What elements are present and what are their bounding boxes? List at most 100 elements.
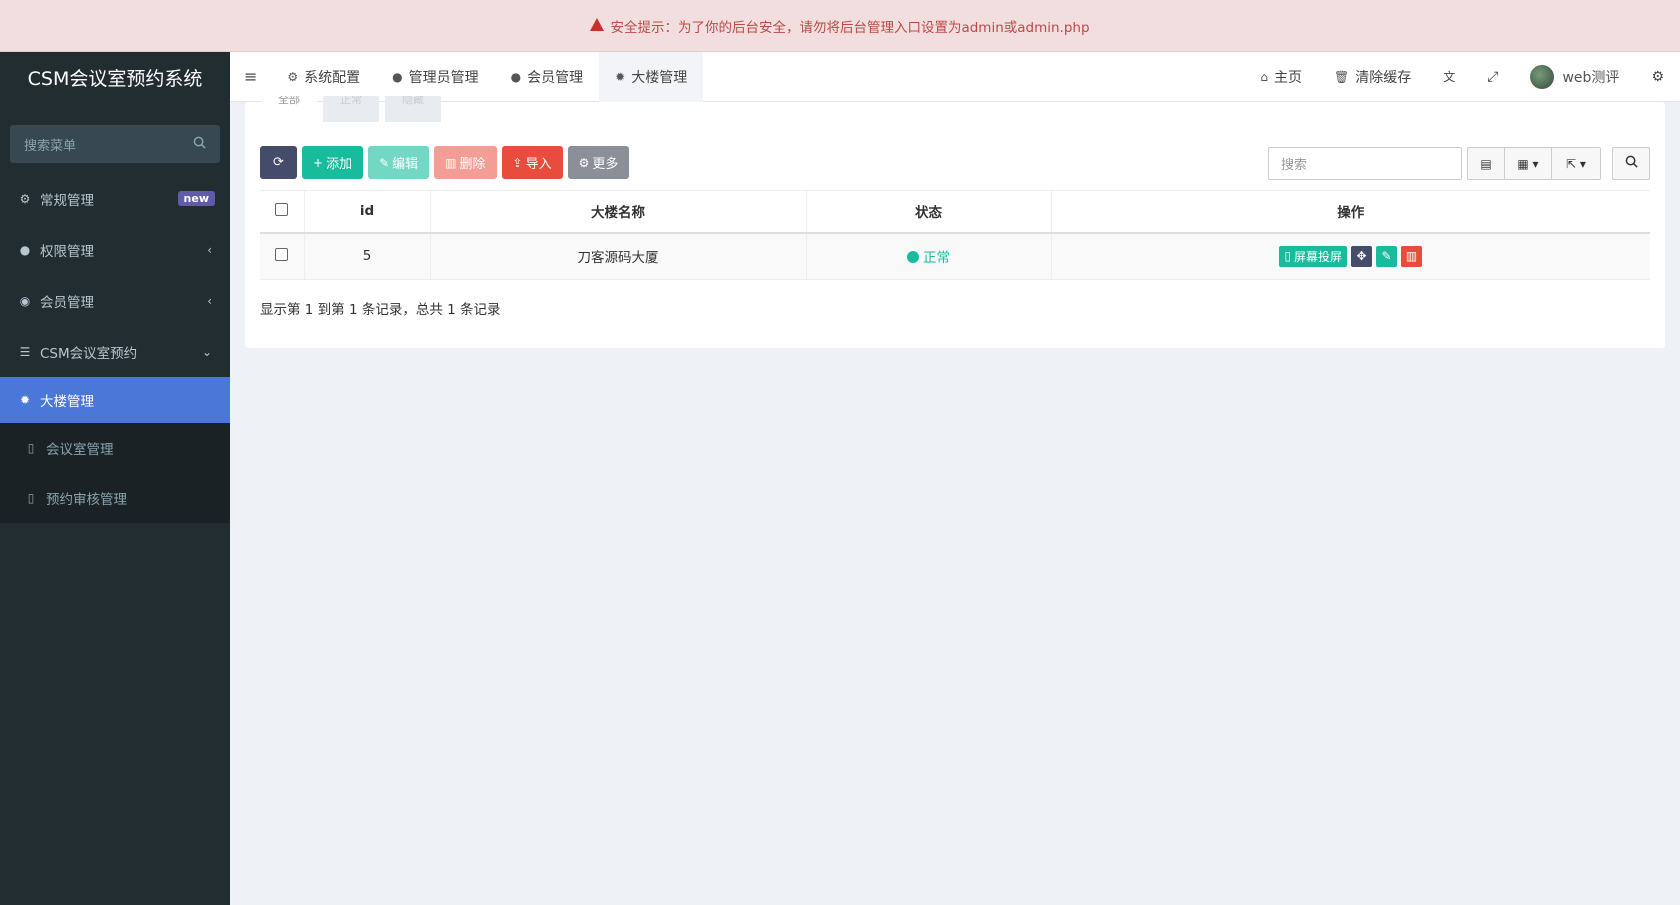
- sidebar-item-general[interactable]: ⚙ 常规管理 new: [0, 173, 230, 224]
- toggle-view-button[interactable]: ▤: [1467, 147, 1505, 180]
- menu-search-input[interactable]: 搜索菜单: [10, 125, 220, 163]
- drag-sort-button[interactable]: ✥: [1351, 245, 1373, 267]
- upload-icon: ⇪: [512, 155, 523, 170]
- table-search-input[interactable]: 搜索: [1268, 147, 1462, 180]
- pencil-icon: ✎: [1381, 249, 1392, 264]
- tab-label: 管理员管理: [408, 69, 479, 86]
- user-circle-icon: ◉: [19, 293, 31, 308]
- arrows-icon: ✥: [1356, 249, 1367, 264]
- column-header-status[interactable]: 状态: [806, 190, 1052, 234]
- new-badge: new: [177, 191, 215, 206]
- table-view-controls: ▤ ▦ ▾ ⇱ ▾: [1467, 147, 1601, 180]
- sidebar-item-label: 权限管理: [40, 243, 94, 260]
- control-sidebar-toggle[interactable]: ⚙: [1635, 52, 1680, 102]
- import-button[interactable]: ⇪ 导入: [501, 146, 563, 179]
- fullscreen-button[interactable]: ⤢: [1471, 52, 1514, 102]
- sidebar-menu: ⚙ 常规管理 new ● 权限管理 ‹ ◉ 会员管理 ‹ ☰ CSM会议室预约 …: [0, 173, 230, 523]
- tab-hidden[interactable]: 隐藏: [385, 96, 441, 122]
- row-delete-button[interactable]: ▥: [1401, 245, 1423, 267]
- sidebar-item-label: CSM会议室预约: [40, 345, 138, 362]
- tab-label: 大楼管理: [631, 69, 688, 86]
- cell-status: 正常: [806, 232, 1052, 280]
- sidebar-item-label: 会员管理: [40, 294, 94, 311]
- advanced-search-button[interactable]: [1612, 147, 1650, 180]
- cogs-icon: ⚙: [19, 191, 31, 206]
- top-navbar: ≡ ⚙ 系统配置 ● 管理员管理 ● 会员管理 ✹ 大楼管理 ⌂ 主页 🗑 清除…: [230, 51, 1680, 102]
- navbar-right: ⌂ 主页 🗑 清除缓存 文 ⤢ web测评 ⚙: [1244, 52, 1680, 102]
- tab-system-config[interactable]: ⚙ 系统配置: [271, 52, 376, 102]
- status-badge[interactable]: 正常: [907, 250, 950, 266]
- screen-cast-button[interactable]: ▯ 屏幕投屏: [1279, 245, 1348, 267]
- tab-building-management[interactable]: ✹ 大楼管理: [599, 51, 704, 102]
- pagination-summary: 显示第 1 到第 1 条记录，总共 1 条记录: [260, 302, 501, 318]
- hamburger-icon: ≡: [244, 67, 258, 86]
- edit-button[interactable]: ✎ 编辑: [368, 146, 430, 179]
- user-menu[interactable]: web测评: [1514, 52, 1635, 102]
- list-alt-icon: ▤: [1480, 156, 1492, 171]
- tab-admin-management[interactable]: ● 管理员管理: [376, 52, 494, 102]
- grid-icon: ▦ ▾: [1517, 156, 1539, 171]
- delete-button[interactable]: ▥ 删除: [434, 146, 497, 179]
- trash-icon: 🗑: [1334, 69, 1350, 84]
- clear-cache-button[interactable]: 🗑 清除缓存: [1318, 52, 1427, 102]
- select-all-cell: [260, 190, 305, 234]
- edit-label: 编辑: [392, 157, 419, 172]
- gear-icon: ⚙: [287, 69, 299, 84]
- search-icon: [193, 136, 206, 153]
- gear-icon: ✹: [615, 69, 626, 84]
- select-all-checkbox[interactable]: [275, 202, 289, 216]
- table-row[interactable]: 5 刀客源码大厦 正常 ▯ 屏幕投屏 ✥ ✎ ▥: [260, 232, 1651, 280]
- file-icon: ▯: [27, 491, 35, 505]
- more-button[interactable]: ⚙ 更多: [567, 146, 630, 179]
- sidebar: CSM会议室预约系统 搜索菜单 ⚙ 常规管理 new ● 权限管理 ‹ ◉ 会员…: [0, 52, 230, 905]
- user-name: web测评: [1562, 69, 1620, 86]
- data-table: id 大楼名称 状态 操作 5 刀客源码大厦 正常 ▯ 屏幕投屏 ✥ ✎ ▥: [260, 190, 1650, 280]
- cogs-icon: ⚙: [1651, 68, 1664, 85]
- sidebar-toggle-button[interactable]: ≡: [230, 52, 271, 102]
- file-icon: ▯: [27, 441, 35, 455]
- columns-button[interactable]: ▦ ▾: [1504, 147, 1552, 180]
- user-icon: ●: [392, 69, 403, 84]
- home-link[interactable]: ⌂ 主页: [1244, 52, 1318, 102]
- add-button[interactable]: + 添加: [302, 146, 364, 179]
- user-icon: ●: [510, 69, 522, 84]
- language-button[interactable]: 文: [1427, 52, 1471, 102]
- users-icon: ●: [19, 242, 31, 257]
- row-edit-button[interactable]: ✎: [1376, 245, 1398, 267]
- column-header-ops: 操作: [1051, 190, 1650, 234]
- column-header-name[interactable]: 大楼名称: [430, 190, 807, 234]
- menu-search-placeholder: 搜索菜单: [24, 138, 77, 154]
- chevron-left-icon: ‹: [207, 293, 212, 308]
- column-header-id[interactable]: id: [304, 190, 431, 234]
- delete-label: 删除: [459, 157, 486, 172]
- row-select-cell: [260, 232, 305, 280]
- tab-label: 会员管理: [527, 69, 584, 86]
- pencil-icon: ✎: [379, 155, 390, 170]
- tab-all[interactable]: 全部: [261, 96, 317, 122]
- cell-id: 5: [304, 232, 431, 280]
- sidebar-item-csm[interactable]: ☰ CSM会议室预约 ⌄: [0, 326, 230, 377]
- alert-text: 安全提示：为了你的后台安全，请勿将后台管理入口设置为admin或admin.ph…: [610, 19, 1090, 36]
- sidebar-item-permissions[interactable]: ● 权限管理 ‹: [0, 224, 230, 275]
- sidebar-item-label: 预约审核管理: [46, 492, 127, 508]
- filter-tabs: 全部 正常 隐藏: [245, 96, 441, 122]
- export-button[interactable]: ⇱ ▾: [1551, 147, 1601, 180]
- more-label: 更多: [592, 157, 619, 172]
- tab-normal[interactable]: 正常: [323, 96, 379, 122]
- sidebar-item-meeting-room[interactable]: ▯ 会议室管理: [0, 423, 230, 473]
- table-toolbar: ⟳ + 添加 ✎ 编辑 ▥ 删除 ⇪ 导入 ⚙ 更多: [260, 146, 630, 179]
- sidebar-item-booking-review[interactable]: ▯ 预约审核管理: [0, 473, 230, 523]
- import-label: 导入: [525, 157, 552, 172]
- chevron-left-icon: ‹: [207, 242, 212, 257]
- row-actions: ▯ 屏幕投屏 ✥ ✎ ▥: [1052, 245, 1651, 267]
- sidebar-item-members[interactable]: ◉ 会员管理 ‹: [0, 275, 230, 326]
- tab-member-management[interactable]: ● 会员管理: [495, 52, 599, 102]
- row-checkbox[interactable]: [275, 247, 289, 261]
- status-label: 正常: [923, 250, 950, 267]
- gear-icon: ⚙: [578, 155, 590, 170]
- add-label: 添加: [326, 157, 353, 172]
- brand-logo[interactable]: CSM会议室预约系统: [0, 52, 230, 102]
- sidebar-item-label: 常规管理: [40, 192, 94, 209]
- refresh-button[interactable]: ⟳: [260, 146, 297, 179]
- sidebar-item-building[interactable]: ✹ 大楼管理: [0, 377, 230, 423]
